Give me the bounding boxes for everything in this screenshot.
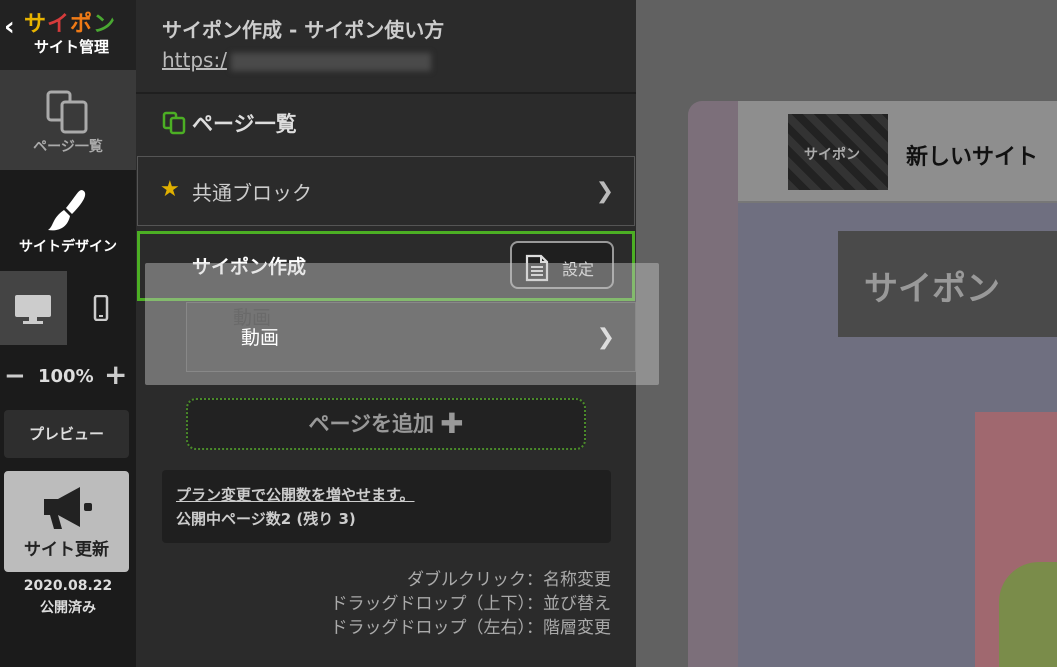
blurred-url [230, 52, 431, 71]
page-row-common-block[interactable]: ★ 共通ブロック ❯ [137, 156, 635, 226]
star-icon: ★ [160, 177, 180, 202]
device-mobile-button[interactable] [67, 271, 136, 345]
preview-site-name: 新しいサイト [906, 145, 1039, 170]
hint-drag-vertical: ドラッグドロップ（上下）：並び替え [330, 594, 612, 614]
chevron-right-icon: ❯ [595, 179, 614, 204]
preview-image-leaf [999, 562, 1057, 667]
chevron-right-icon: ❯ [596, 325, 615, 350]
preview-site-logo: サイポン [788, 114, 888, 190]
published-date: 2020.08.22 [23, 578, 113, 594]
preview-button[interactable]: プレビュー [4, 410, 129, 458]
mobile-icon [93, 295, 109, 321]
preview-header: サイポン 新しいサイト [738, 101, 1057, 203]
site-manage-label: サイト管理 [34, 38, 110, 56]
page-row-label: 動画 [241, 327, 280, 349]
hint-drag-horizontal: ドラッグドロップ（左右）：階層変更 [330, 618, 612, 638]
public-page-count: 公開中ページ数2 (残り 3) [176, 510, 356, 528]
add-page-button[interactable]: ページを追加 ✚ [186, 398, 586, 450]
preview-hero: サイポン [838, 231, 1057, 337]
plan-change-link[interactable]: プラン変更で公開数を増やせます。 [176, 484, 415, 505]
preview-image [975, 412, 1057, 667]
pages-icon [46, 90, 88, 134]
megaphone-icon [44, 487, 92, 529]
page-row-douga[interactable]: 動画 ❯ [186, 302, 636, 372]
hint-double-click: ダブルクリック：名称変更 [407, 570, 611, 590]
divider [136, 92, 636, 94]
device-desktop-button[interactable] [0, 271, 67, 345]
zoom-in-button[interactable]: + [104, 361, 127, 389]
page-list-heading: ページ一覧 [162, 108, 297, 138]
left-rail: ‹ サイポン サイト管理 ページ一覧 サイトデザイン − 100% + プレビュ… [0, 0, 136, 667]
published-status: 公開済み [40, 600, 96, 616]
site-url-link[interactable]: https:/ [162, 48, 431, 72]
plus-icon: ✚ [440, 407, 464, 440]
rail-item-site-design-label: サイトデザイン [19, 239, 117, 255]
zoom-level: 100% [38, 366, 94, 387]
zoom-out-button[interactable]: − [4, 363, 26, 389]
plan-info-box: プラン変更で公開数を増やせます。 公開中ページ数2 (残り 3) [162, 470, 611, 543]
preview-frame: サイポン 新しいサイト サイポン [688, 101, 1057, 667]
desktop-icon [15, 295, 51, 324]
zoom-control: − 100% + [0, 358, 136, 394]
site-update-label: サイト更新 [24, 540, 109, 560]
rail-item-pages-label: ページ一覧 [33, 139, 103, 155]
brand-logo: サイポン [24, 12, 117, 37]
rail-item-site-design[interactable]: サイトデザイン [0, 170, 136, 270]
site-title: サイポン作成 - サイポン使い方 [162, 18, 445, 42]
rail-item-pages[interactable]: ページ一覧 [0, 70, 136, 170]
paintbrush-icon [48, 190, 86, 231]
site-manage-back-link[interactable]: ‹ サイポン サイト管理 [0, 0, 136, 70]
site-update-button[interactable]: サイト更新 [4, 471, 129, 572]
chevron-left-icon: ‹ [4, 12, 15, 42]
page-row-label: 共通ブロック [192, 181, 312, 205]
pages-icon [162, 111, 186, 135]
